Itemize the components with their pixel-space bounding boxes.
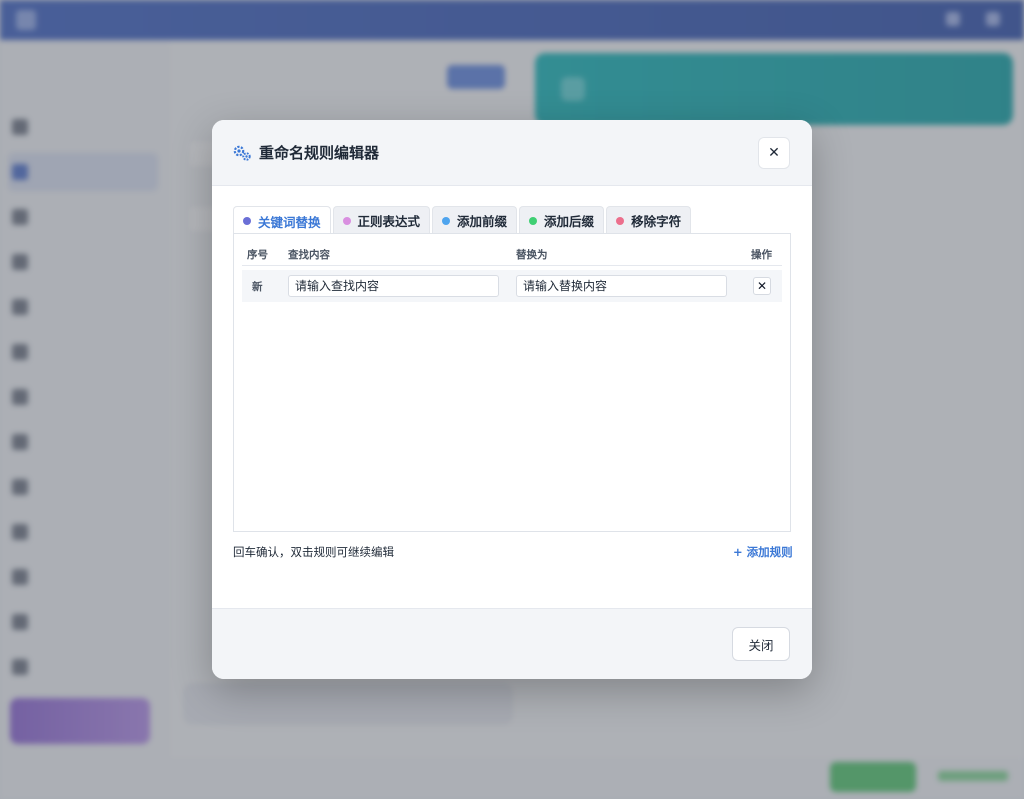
dialog-header: 重命名规则编辑器 ✕ <box>212 120 812 186</box>
dialog-footer: 关闭 <box>212 608 812 679</box>
delete-row-button[interactable]: ✕ <box>753 277 771 295</box>
column-header-replace: 替换为 <box>516 249 548 261</box>
hint-text: 回车确认，双击规则可继续编辑 <box>233 545 394 559</box>
tab-label: 移除字符 <box>631 214 682 229</box>
tab-remove-chars[interactable]: 移除字符 <box>606 206 692 234</box>
gears-icon <box>233 145 251 161</box>
tab-add-prefix[interactable]: 添加前缀 <box>432 206 518 234</box>
tab-add-suffix[interactable]: 添加后缀 <box>519 206 605 234</box>
tab-label: 添加后缀 <box>544 214 595 229</box>
tab-dot-icon <box>342 216 351 225</box>
tab-label: 正则表达式 <box>357 214 421 229</box>
row-index: 新 <box>252 281 263 293</box>
table-header: 序号 查找内容 替换为 操作 <box>242 242 782 266</box>
close-icon[interactable]: ✕ <box>758 137 790 169</box>
dialog-title: 重命名规则编辑器 <box>259 144 380 162</box>
tab-regex[interactable]: 正则表达式 <box>332 206 431 234</box>
tab-dot-icon <box>243 217 251 225</box>
column-header-find: 查找内容 <box>288 249 330 261</box>
replace-input[interactable] <box>516 275 727 297</box>
tab-label: 添加前缀 <box>457 214 508 229</box>
find-input[interactable] <box>288 275 499 297</box>
tab-label: 关键词替换 <box>258 214 321 230</box>
rules-table-panel: 序号 查找内容 替换为 操作 新 ✕ <box>233 233 791 532</box>
tab-keyword-replace[interactable]: 关键词替换 <box>233 206 331 235</box>
tab-dot-icon <box>442 216 451 225</box>
column-header-index: 序号 <box>247 249 268 261</box>
rename-rule-editor-dialog: 重命名规则编辑器 ✕ 关键词替换 正则表达式 添加前缀 添加后缀 移除字符 序号… <box>212 120 812 679</box>
tab-dot-icon <box>616 216 625 225</box>
add-rule-button[interactable]: + 添加规则 <box>733 544 793 560</box>
close-button[interactable]: 关闭 <box>732 627 790 661</box>
tab-dot-icon <box>529 216 538 225</box>
rule-type-tabs: 关键词替换 正则表达式 添加前缀 添加后缀 移除字符 <box>233 206 692 235</box>
table-row-new: 新 ✕ <box>242 270 782 302</box>
column-header-action: 操作 <box>751 249 772 261</box>
